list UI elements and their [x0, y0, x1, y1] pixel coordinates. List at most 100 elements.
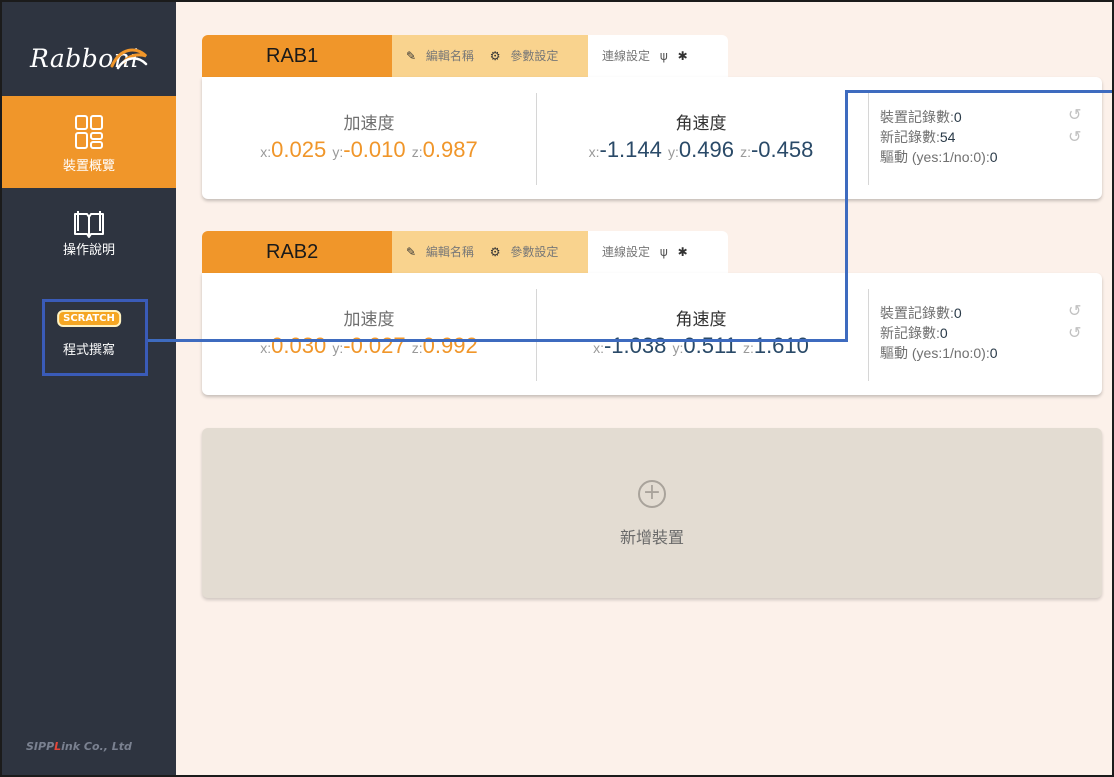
accel-z-value: 0.987 [422, 137, 478, 162]
accel-values: x:0.025 y:-0.010 z:0.987 [202, 137, 536, 163]
accel-x-label: x: [260, 144, 272, 160]
gyro-y-label: y: [672, 340, 684, 356]
annotation-highlight-box [42, 299, 148, 376]
device-card: RAB2 ✎ 編輯名稱 ⚙ 參數設定 連線設定 ψ ✱ 加速度 x:0.030 … [202, 231, 1102, 395]
connection-settings-button[interactable]: 連線設定 ψ ✱ [588, 231, 728, 273]
grid-icon [75, 115, 103, 149]
device-card-body: 加速度 x:0.030 y:-0.027 z:0.992 角速度 x:-1.03… [202, 273, 1102, 395]
connection-settings-button[interactable]: 連線設定 ψ ✱ [588, 35, 728, 77]
new-records-row: 新記錄數:0 [880, 323, 998, 343]
accel-x-value: 0.025 [271, 137, 327, 162]
nav-label-device-overview: 裝置概覽 [62, 159, 115, 174]
reset-new-records-icon[interactable]: ↺ [1068, 323, 1081, 342]
new-records-value: 54 [939, 129, 956, 145]
gyro-values: x:-1.144 y:0.496 z:-0.458 [536, 137, 866, 163]
rabbit-ears-icon [110, 48, 148, 70]
gyro-z-value: 1.610 [753, 333, 809, 358]
gyro-z-label: z: [742, 340, 754, 356]
sidebar: Rabboni 裝置概覽 操作說明 SCRATCH 程式撰寫 SIPPLink … [2, 2, 176, 775]
driver-row: 驅動 (yes:1/no:0):0 [880, 343, 998, 363]
rabboni-logo: Rabboni [30, 40, 150, 80]
gear-icon: ⚙ [489, 49, 501, 63]
device-name: RAB1 [202, 35, 392, 77]
device-actions: ✎ 編輯名稱 ⚙ 參數設定 [392, 231, 588, 273]
edit-name-label: 編輯名稱 [425, 49, 474, 63]
gyroscope-panel: 角速度 x:-1.038 y:0.511 z:1.610 [536, 273, 866, 395]
accel-title: 加速度 [343, 114, 395, 134]
connection-settings-label: 連線設定 [602, 245, 651, 259]
bluetooth-icon: ✱ [677, 245, 688, 259]
nav-instructions[interactable]: 操作說明 [2, 196, 176, 288]
accel-z-label: z: [411, 340, 423, 356]
accel-y-label: y: [332, 340, 344, 356]
device-records-label: 裝置記錄數: [880, 109, 954, 125]
accel-z-value: 0.992 [422, 333, 478, 358]
main-content: RAB1 ✎ 編輯名稱 ⚙ 參數設定 連線設定 ψ ✱ 加速度 x:0.025 … [176, 2, 1112, 775]
device-records-value: 0 [953, 109, 962, 125]
nav-label-instructions: 操作說明 [62, 243, 115, 258]
gyro-z-label: z: [740, 144, 751, 160]
pencil-icon: ✎ [406, 245, 417, 259]
gyro-title: 角速度 [675, 114, 727, 134]
driver-label: 驅動 (yes:1/no:0): [880, 345, 990, 361]
gyro-y-value: 0.496 [678, 137, 734, 162]
accel-y-value: -0.010 [343, 137, 406, 162]
new-records-value: 0 [939, 325, 948, 341]
edit-name-button[interactable]: ✎ 編輯名稱 [406, 35, 480, 77]
device-records-label: 裝置記錄數: [880, 305, 954, 321]
accelerometer-panel: 加速度 x:0.025 y:-0.010 z:0.987 [202, 77, 536, 199]
device-card-body: 加速度 x:0.025 y:-0.010 z:0.987 角速度 x:-1.14… [202, 77, 1102, 199]
app-window: Rabboni 裝置概覽 操作說明 SCRATCH 程式撰寫 SIPPLink … [0, 0, 1114, 777]
gyro-title: 角速度 [675, 310, 727, 330]
brand-prefix: SIPP [26, 740, 55, 753]
driver-label: 驅動 (yes:1/no:0): [880, 149, 990, 165]
usb-icon: ψ [659, 245, 668, 259]
annotation-connector [845, 90, 1112, 93]
driver-value: 0 [989, 345, 998, 361]
gyro-y-label: y: [668, 144, 679, 160]
gyro-values: x:-1.038 y:0.511 z:1.610 [536, 333, 866, 359]
device-name: RAB2 [202, 231, 392, 273]
reset-device-records-icon[interactable]: ↺ [1068, 105, 1081, 124]
book-icon [74, 211, 104, 238]
driver-row: 驅動 (yes:1/no:0):0 [880, 147, 998, 167]
nav-device-overview[interactable]: 裝置概覽 [2, 96, 176, 188]
gyro-x-label: x: [593, 340, 604, 356]
reset-new-records-icon[interactable]: ↺ [1068, 127, 1081, 146]
driver-value: 0 [989, 149, 998, 165]
param-settings-label: 參數設定 [510, 49, 559, 63]
annotation-connector [148, 339, 848, 342]
param-settings-label: 參數設定 [510, 245, 559, 259]
accel-title: 加速度 [343, 310, 395, 330]
connection-settings-label: 連線設定 [602, 49, 651, 63]
edit-name-button[interactable]: ✎ 編輯名稱 [406, 231, 480, 273]
accel-x-label: x: [260, 340, 272, 356]
device-records-row: 裝置記錄數:0 [880, 303, 998, 323]
new-records-label: 新記錄數: [880, 129, 940, 145]
gyro-x-label: x: [588, 144, 600, 160]
annotation-connector [845, 90, 848, 342]
divider [868, 93, 869, 185]
gyro-y-value: 0.511 [683, 333, 737, 358]
add-device-button[interactable]: + 新增裝置 [202, 428, 1102, 598]
device-records-value: 0 [953, 305, 962, 321]
device-card-header: RAB1 ✎ 編輯名稱 ⚙ 參數設定 連線設定 ψ ✱ [202, 35, 1102, 77]
gyroscope-panel: 角速度 x:-1.144 y:0.496 z:-0.458 [536, 77, 866, 199]
gyro-x-value: -1.038 [603, 333, 667, 358]
param-settings-button[interactable]: ⚙ 參數設定 [490, 231, 565, 273]
accel-values: x:0.030 y:-0.027 z:0.992 [202, 333, 536, 359]
accel-x-value: 0.030 [271, 333, 327, 358]
gyro-x-value: -1.144 [599, 137, 662, 162]
accelerometer-panel: 加速度 x:0.030 y:-0.027 z:0.992 [202, 273, 536, 395]
accel-z-label: z: [411, 144, 423, 160]
plus-circle-icon: + [638, 480, 666, 508]
accel-y-label: y: [332, 144, 344, 160]
bluetooth-icon: ✱ [677, 49, 688, 63]
reset-device-records-icon[interactable]: ↺ [1068, 301, 1081, 320]
gear-icon: ⚙ [489, 245, 501, 259]
usb-icon: ψ [659, 49, 668, 63]
param-settings-button[interactable]: ⚙ 參數設定 [490, 35, 565, 77]
device-card: RAB1 ✎ 編輯名稱 ⚙ 參數設定 連線設定 ψ ✱ 加速度 x:0.025 … [202, 35, 1102, 199]
device-actions: ✎ 編輯名稱 ⚙ 參數設定 [392, 35, 588, 77]
edit-name-label: 編輯名稱 [425, 245, 474, 259]
